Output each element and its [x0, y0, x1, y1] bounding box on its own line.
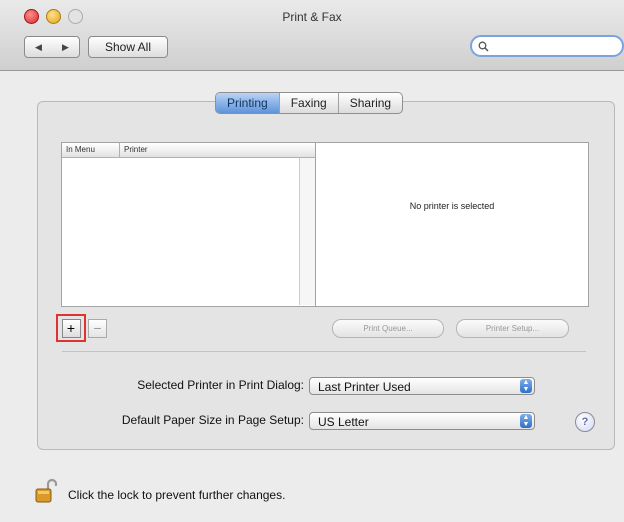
printer-setup-button[interactable]: Printer Setup...: [456, 319, 569, 338]
help-button[interactable]: ?: [575, 412, 595, 432]
add-printer-highlight: +: [56, 314, 86, 342]
popup-arrows-icon: ▲ ▼: [520, 379, 532, 393]
preferences-window: Print & Fax ◀ ▶ Show All Printing Faxing…: [0, 0, 624, 522]
printer-list[interactable]: In Menu Printer: [61, 142, 316, 307]
tab-sharing[interactable]: Sharing: [339, 93, 402, 113]
divider: [62, 351, 586, 352]
back-forward-control[interactable]: ◀ ▶: [24, 36, 80, 58]
printer-detail-pane: No printer is selected: [315, 142, 589, 307]
add-printer-button[interactable]: +: [61, 318, 81, 338]
selected-printer-value: Last Printer Used: [318, 380, 411, 394]
selected-printer-popup[interactable]: Last Printer Used ▲ ▼: [309, 377, 535, 395]
search-icon: [478, 41, 489, 52]
no-printer-message: No printer is selected: [409, 201, 495, 211]
window-title: Print & Fax: [282, 10, 342, 24]
column-header-in-menu[interactable]: In Menu: [66, 145, 95, 154]
lock-icon[interactable]: [35, 478, 57, 504]
popup-arrows-icon: ▲ ▼: [520, 414, 532, 428]
paper-size-label: Default Paper Size in Page Setup:: [121, 413, 304, 427]
selected-printer-label: Selected Printer in Print Dialog:: [137, 378, 304, 392]
forward-arrow-icon[interactable]: ▶: [62, 42, 69, 53]
back-arrow-icon[interactable]: ◀: [35, 42, 42, 53]
tab-printing[interactable]: Printing: [216, 93, 280, 113]
paper-size-value: US Letter: [318, 415, 369, 429]
paper-size-popup[interactable]: US Letter ▲ ▼: [309, 412, 535, 430]
printer-list-scrollbar[interactable]: [299, 158, 315, 305]
search-field[interactable]: [470, 35, 624, 57]
tab-bar: Printing Faxing Sharing: [215, 92, 404, 114]
print-queue-button[interactable]: Print Queue...: [332, 319, 444, 338]
tab-faxing[interactable]: Faxing: [280, 93, 339, 113]
remove-printer-button[interactable]: −: [88, 319, 107, 338]
lock-message: Click the lock to prevent further change…: [68, 488, 286, 502]
show-all-button[interactable]: Show All: [88, 36, 168, 58]
search-input[interactable]: [489, 38, 613, 54]
column-divider: [119, 143, 120, 157]
printer-list-header: In Menu Printer: [62, 143, 315, 158]
column-header-printer[interactable]: Printer: [124, 145, 148, 154]
